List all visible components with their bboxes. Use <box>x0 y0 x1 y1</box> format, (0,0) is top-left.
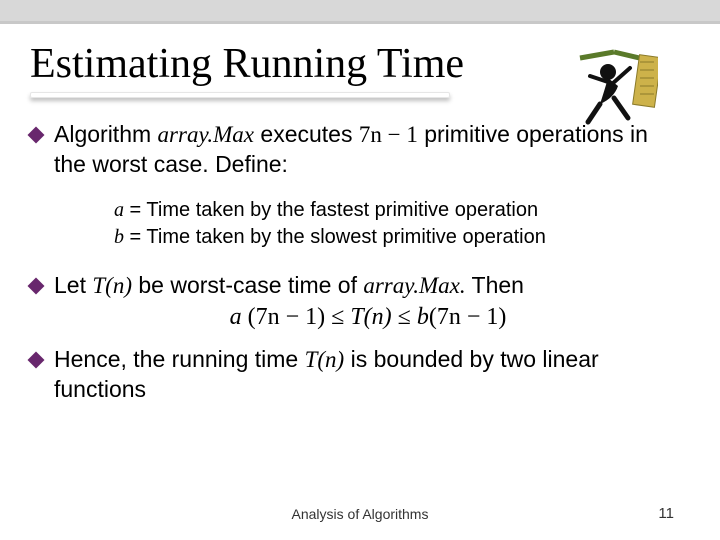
a-coef: a <box>230 304 248 330</box>
top-accent-bar <box>0 0 720 24</box>
text: Let <box>54 272 92 298</box>
inequality-line: a (7n − 1) ≤ T(n) ≤ b(7n − 1) <box>54 304 682 331</box>
slide-number: 11 <box>658 505 674 522</box>
symbol-b: b <box>114 226 124 248</box>
def-b: b = Time taken by the slowest primitive … <box>114 224 682 251</box>
algorithm-name: array.Max. <box>363 273 465 298</box>
def-b-text: = Time taken by the slowest primitive op… <box>124 226 546 248</box>
text: Hence, the running time <box>54 346 305 372</box>
bullet-2: Let T(n) be worst-case time of array.Max… <box>30 271 682 301</box>
slide-body: Algorithm array.Max executes 7n − 1 prim… <box>54 120 682 404</box>
tn-symbol: T(n) <box>305 347 345 372</box>
tn-symbol: T(n) <box>92 273 132 298</box>
rhs-paren: (7n − 1) <box>429 304 507 330</box>
def-a-text: = Time taken by the fastest primitive op… <box>124 199 538 221</box>
text: executes <box>254 121 359 147</box>
def-a: a = Time taken by the fastest primitive … <box>114 197 682 224</box>
leq-2: ≤ <box>392 304 417 330</box>
title-underline <box>30 92 450 98</box>
leq-1: ≤ <box>325 304 350 330</box>
text: Algorithm <box>54 121 158 147</box>
bullet-1: Algorithm array.Max executes 7n − 1 prim… <box>30 120 682 179</box>
bullet-3: Hence, the running time T(n) is bounded … <box>30 345 682 404</box>
text: be worst-case time of <box>132 272 363 298</box>
algorithm-name: array.Max <box>158 122 254 147</box>
symbol-a: a <box>114 199 124 221</box>
footer-caption: Analysis of Algorithms <box>0 506 720 522</box>
text: Then <box>466 272 524 298</box>
tn-mid: T(n) <box>350 304 391 330</box>
b-coef: b <box>417 304 429 330</box>
math-expr: 7n − 1 <box>359 122 418 147</box>
definitions-block: a = Time taken by the fastest primitive … <box>114 197 682 251</box>
lhs-paren: (7n − 1) <box>248 304 326 330</box>
